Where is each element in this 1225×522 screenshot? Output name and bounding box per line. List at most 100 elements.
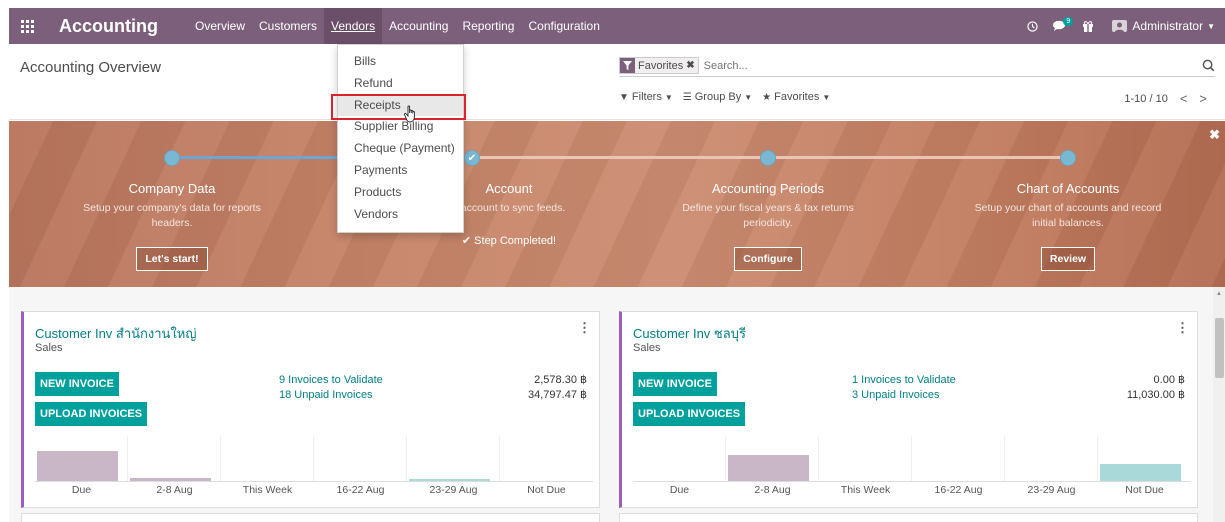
menu-customers[interactable]: Customers: [252, 8, 324, 44]
review-button[interactable]: Review: [1040, 247, 1096, 271]
step-accounting-periods: Accounting Periods Define your fiscal ye…: [618, 181, 918, 271]
apps-grid-icon[interactable]: [9, 8, 45, 44]
invoices-to-validate-link[interactable]: 9 Invoices to Validate: [279, 373, 383, 388]
unpaid-amount: 34,797.47 ฿: [528, 389, 587, 401]
graph-label: 16-22 Aug: [934, 484, 983, 496]
activity-clock-icon[interactable]: [1018, 8, 1046, 44]
graph-column: [407, 436, 500, 481]
step-dot: [1060, 150, 1076, 166]
app-title[interactable]: Accounting: [59, 16, 158, 37]
list-icon: ☰: [682, 91, 692, 103]
journal-graph[interactable]: Due 2-8 Aug This Week 16-22 Aug 23-29 Aug Not…: [35, 436, 593, 498]
graph-column: [819, 436, 912, 481]
graph-column: [1005, 436, 1098, 481]
upload-invoices-button[interactable]: UPLOAD INVOICES: [35, 402, 148, 426]
upload-invoices-button[interactable]: UPLOAD INVOICES: [633, 402, 746, 426]
unpaid-invoices-link[interactable]: 18 Unpaid Invoices: [279, 388, 383, 403]
new-invoice-button[interactable]: NEW INVOICE: [35, 372, 119, 396]
invoices-to-validate-link[interactable]: 1 Invoices to Validate: [852, 373, 956, 388]
hand-cursor-icon: [404, 105, 415, 123]
favorites-label: Favorites: [774, 91, 820, 103]
step-description: Setup your company's data for reports he…: [83, 202, 261, 229]
chevron-down-icon: ▼: [1207, 21, 1215, 31]
step-company-data: Company Data Setup your company's data f…: [22, 181, 322, 271]
unpaid-invoices-link[interactable]: 3 Unpaid Invoices: [852, 388, 956, 403]
filters-label: Filters: [631, 91, 662, 103]
graph-column: [314, 436, 407, 481]
graph-label: 16-22 Aug: [336, 484, 385, 496]
journal-title[interactable]: Customer Inv สำนักงานใหญ่: [35, 323, 196, 344]
new-invoice-button[interactable]: NEW INVOICE: [633, 372, 717, 396]
search-bar: Favorites ✖: [619, 55, 1215, 77]
journal-amounts: 2,578.30 ฿ 34,797.47 ฿: [528, 373, 587, 403]
graph-column: [633, 436, 726, 481]
configure-button[interactable]: Configure: [734, 247, 802, 271]
search-icon[interactable]: [1202, 59, 1215, 72]
menu-vendors[interactable]: Vendors: [324, 8, 383, 44]
graph-label: 23-29 Aug: [429, 484, 478, 496]
search-input[interactable]: [703, 59, 1215, 72]
user-avatar-icon: [1112, 20, 1128, 32]
lets-start-button[interactable]: Let's start!: [136, 247, 208, 271]
graph-column: [500, 436, 593, 481]
gift-icon[interactable]: [1074, 8, 1102, 44]
dropdown-item-refund[interactable]: Refund: [338, 73, 463, 95]
facet-label: Favorites: [638, 59, 684, 72]
journal-card: Customer Inv สำนักงานใหญ่ Sales ⋮ NEW IN…: [21, 311, 600, 508]
step-description: Setup your chart of accounts and record …: [974, 202, 1162, 229]
pager-previous-icon[interactable]: <: [1180, 91, 1188, 106]
breadcrumb: Accounting Overview: [20, 59, 161, 76]
journal-graph[interactable]: Due 2-8 Aug This Week 16-22 Aug 23-29 Aug Not…: [633, 436, 1191, 498]
pager-next-icon[interactable]: >: [1199, 91, 1207, 106]
dropdown-item-cheque-payment[interactable]: Cheque (Payment): [338, 138, 463, 160]
dropdown-item-vendors[interactable]: Vendors: [338, 204, 463, 226]
journal-type: Sales: [633, 342, 661, 354]
step-title: Company Data: [128, 181, 216, 196]
facet-remove-icon[interactable]: ✖: [686, 60, 697, 71]
graph-bar[interactable]: [37, 451, 118, 481]
search-facet: Favorites ✖: [619, 57, 699, 74]
graph-bar[interactable]: [1100, 464, 1181, 481]
journal-amounts: 0.00 ฿ 11,030.00 ฿: [1127, 373, 1185, 403]
journal-title[interactable]: Customer Inv ชลบุรี: [633, 323, 746, 344]
scroll-up-icon[interactable]: ▲: [1216, 291, 1222, 297]
kebab-menu-icon[interactable]: ⋮: [1176, 320, 1189, 336]
caret-down-icon: ▼: [822, 92, 831, 102]
graph-baseline: [633, 481, 1191, 482]
graph-label: 2-8 Aug: [156, 484, 193, 496]
graph-column: [912, 436, 1005, 481]
pager: 1-10 / 10 < >: [1124, 91, 1207, 106]
caret-down-icon: ▼: [664, 92, 673, 102]
step-done-check-icon: ✔: [464, 150, 480, 166]
close-icon[interactable]: ✖: [1209, 127, 1220, 143]
star-icon: ★: [762, 91, 772, 103]
graph-bar[interactable]: [728, 455, 809, 481]
scrollbar-thumb[interactable]: [1215, 318, 1224, 378]
journal-links: 1 Invoices to Validate 3 Unpaid Invoices: [852, 373, 956, 403]
filters-button[interactable]: ▼ Filters ▼: [619, 91, 673, 103]
graph-column: [128, 436, 221, 481]
graph-label: Not Due: [1125, 484, 1164, 496]
menu-accounting[interactable]: Accounting: [382, 8, 455, 44]
dropdown-item-payments[interactable]: Payments: [338, 160, 463, 182]
dropdown-item-products[interactable]: Products: [338, 182, 463, 204]
step-completed-text: Step Completed!: [474, 235, 557, 247]
kebab-menu-icon[interactable]: ⋮: [578, 320, 591, 336]
favorites-button[interactable]: ★ Favorites ▼: [762, 91, 830, 103]
menu-configuration[interactable]: Configuration: [521, 8, 606, 44]
pager-value[interactable]: 1-10 / 10: [1124, 93, 1167, 105]
menu-reporting[interactable]: Reporting: [455, 8, 521, 44]
journal-card: Customer Inv ชลบุรี Sales ⋮ NEW INVOICE …: [619, 311, 1198, 508]
groupby-button[interactable]: ☰ Group By ▼: [683, 91, 752, 103]
graph-label: Due: [71, 484, 92, 496]
graph-label: Not Due: [527, 484, 566, 496]
control-panel: Accounting Overview Favorites ✖ ▼ Filter…: [9, 44, 1225, 120]
step-description: Define your fiscal years & tax returns p…: [682, 202, 854, 229]
user-menu[interactable]: Administrator ▼: [1112, 19, 1215, 33]
menu-overview[interactable]: Overview: [188, 8, 252, 44]
to-validate-amount: 2,578.30 ฿: [534, 374, 587, 386]
dropdown-item-bills[interactable]: Bills: [338, 51, 463, 73]
chat-badge: 9: [1063, 17, 1074, 26]
chat-icon[interactable]: 9: [1046, 8, 1074, 44]
graph-label: 2-8 Aug: [754, 484, 791, 496]
